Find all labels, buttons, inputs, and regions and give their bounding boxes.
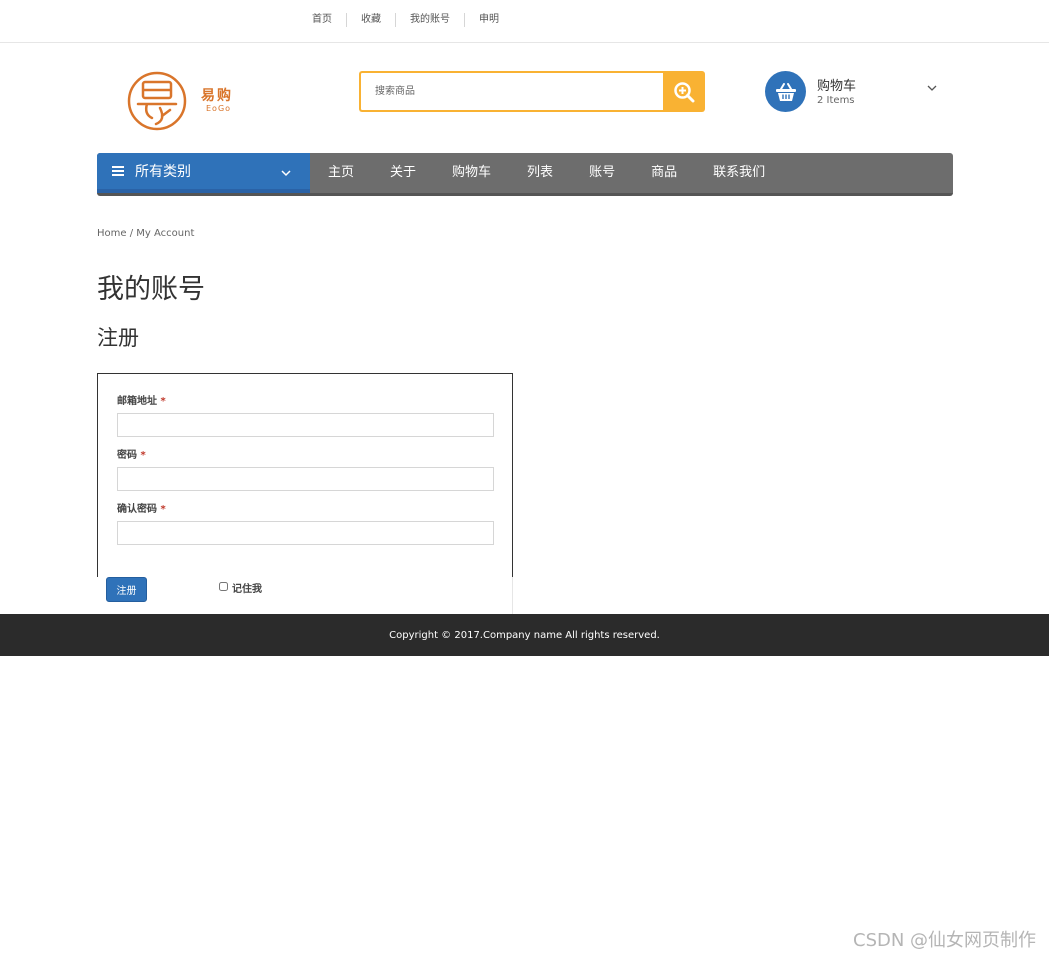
password-field[interactable]	[117, 467, 494, 491]
remember-label: 记住我	[232, 584, 262, 595]
remember-me[interactable]: 记住我	[219, 577, 262, 595]
logo-text: 易购 EoGo	[201, 88, 233, 114]
nav-item-contact[interactable]: 联系我们	[695, 153, 783, 193]
section-title: 注册	[97, 326, 139, 350]
nav-item-products[interactable]: 商品	[633, 153, 695, 193]
logo-emblem-icon	[127, 71, 187, 131]
top-link-statement[interactable]: 申明	[464, 13, 513, 27]
page-title: 我的账号	[97, 274, 205, 305]
nav-item-list[interactable]: 列表	[509, 153, 571, 193]
logo-name-en: EoGo	[206, 104, 232, 113]
basket-icon	[765, 71, 806, 112]
nav-item-cart[interactable]: 购物车	[434, 153, 509, 193]
search-button[interactable]	[663, 71, 705, 112]
main-navbar: 所有类别 主页 关于 购物车 列表 账号 商品 联系我们	[97, 153, 953, 196]
logo-name-cn: 易购	[201, 88, 233, 104]
required-mark: *	[140, 450, 146, 461]
confirm-password-field[interactable]	[117, 521, 494, 545]
chevron-down-icon	[281, 170, 291, 177]
top-link-my-account[interactable]: 我的账号	[395, 13, 464, 27]
top-links: 首页 收藏 我的账号 申明	[298, 13, 513, 27]
menu-icon	[112, 166, 124, 176]
password-label: 密码 *	[117, 450, 146, 461]
register-form: 邮箱地址 * 密码 * 确认密码 * 注册 记住我	[97, 373, 513, 617]
top-link-favorites[interactable]: 收藏	[346, 13, 395, 27]
email-label: 邮箱地址 *	[117, 396, 166, 407]
register-button[interactable]: 注册	[106, 577, 147, 602]
cart-widget[interactable]: 购物车 2 Items	[765, 71, 945, 113]
nav-menu: 主页 关于 购物车 列表 账号 商品 联系我们	[310, 153, 783, 193]
category-dropdown[interactable]: 所有类别	[97, 153, 310, 193]
search-input[interactable]	[359, 71, 663, 112]
required-mark: *	[160, 504, 166, 515]
copyright-text: Copyright © 2017.Company name All rights…	[389, 629, 660, 641]
search-icon	[674, 81, 695, 102]
search-bar	[359, 71, 705, 112]
nav-item-home[interactable]: 主页	[310, 153, 372, 193]
watermark: CSDN @仙女网页制作	[853, 930, 1037, 951]
email-field[interactable]	[117, 413, 494, 437]
footer: Copyright © 2017.Company name All rights…	[0, 614, 1049, 656]
cart-item-count: 2 Items	[817, 95, 855, 106]
cart-title: 购物车	[817, 79, 857, 94]
remember-checkbox[interactable]	[219, 581, 228, 591]
site-logo[interactable]: 易购 EoGo	[126, 70, 241, 132]
breadcrumb: Home / My Account	[97, 228, 195, 239]
confirm-password-label: 确认密码 *	[117, 504, 166, 515]
top-link-home[interactable]: 首页	[298, 13, 346, 27]
form-footer-area	[97, 577, 513, 617]
chevron-down-icon[interactable]	[927, 83, 937, 93]
nav-item-about[interactable]: 关于	[372, 153, 434, 193]
top-bar: 首页 收藏 我的账号 申明	[0, 0, 1049, 43]
category-label: 所有类别	[135, 164, 191, 180]
required-mark: *	[160, 396, 166, 407]
nav-item-account[interactable]: 账号	[571, 153, 633, 193]
